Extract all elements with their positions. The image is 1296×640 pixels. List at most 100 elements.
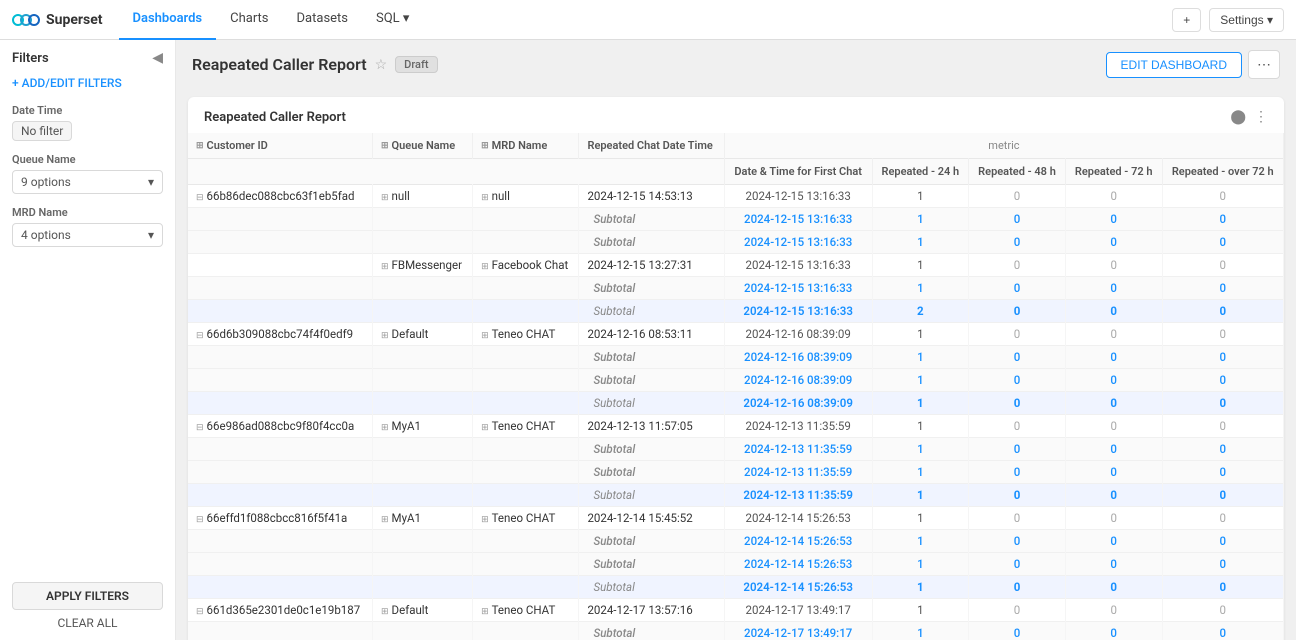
cell-r72plus: 0 xyxy=(1162,231,1283,254)
cell-queue-name: ⊞null xyxy=(373,185,473,208)
chart-action-circle-icon[interactable]: ⬤ xyxy=(1230,109,1246,125)
cell-chat-datetime: Subtotal xyxy=(579,300,724,323)
cell-queue-name xyxy=(373,231,473,254)
cell-chat-datetime: Subtotal xyxy=(579,553,724,576)
chart-action-more-icon[interactable]: ⋮ xyxy=(1254,109,1268,125)
cell-r72plus: 0 xyxy=(1162,484,1283,507)
nav-dashboards[interactable]: Dashboards xyxy=(119,0,217,40)
cell-r72: 0 xyxy=(1065,231,1162,254)
cell-r72: 0 xyxy=(1065,392,1162,415)
cell-queue-name xyxy=(373,622,473,640)
cell-customer-id: ⊟66d6b309088cbc74f4f0edf9 xyxy=(188,323,373,346)
cell-customer-id: ⊟661d365e2301de0c1e19b187 xyxy=(188,599,373,622)
cell-mrd-name xyxy=(473,622,579,640)
col-queue-name: ⊞ Queue Name xyxy=(373,133,473,159)
cell-r72plus: 0 xyxy=(1162,576,1283,599)
cell-customer-id xyxy=(188,346,373,369)
queue-name-placeholder: 9 options xyxy=(21,175,71,189)
cell-mrd-name: ⊞Teneo CHAT xyxy=(473,507,579,530)
mrd-name-select[interactable]: 4 options ▾ xyxy=(12,223,163,247)
col-r72p: Repeated - over 72 h xyxy=(1162,159,1283,185)
cell-r24: 1 xyxy=(872,346,969,369)
cell-r72plus: 0 xyxy=(1162,369,1283,392)
cell-r72: 0 xyxy=(1065,530,1162,553)
cell-mrd-name xyxy=(473,231,579,254)
cell-mrd-name xyxy=(473,300,579,323)
cell-r72: 0 xyxy=(1065,599,1162,622)
col-r48: Repeated - 48 h xyxy=(969,159,1066,185)
mrd-name-placeholder: 4 options xyxy=(21,228,71,242)
queue-name-select[interactable]: 9 options ▾ xyxy=(12,170,163,194)
cell-customer-id xyxy=(188,461,373,484)
cell-mrd-name xyxy=(473,277,579,300)
cell-customer-id xyxy=(188,300,373,323)
cell-chat-datetime: Subtotal xyxy=(579,530,724,553)
cell-queue-name: ⊞FBMessenger xyxy=(373,254,473,277)
cell-r24: 1 xyxy=(872,254,969,277)
plus-button[interactable]: + xyxy=(1172,8,1201,32)
cell-queue-name xyxy=(373,208,473,231)
cell-r48: 0 xyxy=(969,438,1066,461)
cell-r24: 1 xyxy=(872,208,969,231)
cell-r48: 0 xyxy=(969,415,1066,438)
apply-filters-button[interactable]: APPLY FILTERS xyxy=(12,582,163,610)
logo[interactable]: Superset xyxy=(12,11,103,29)
cell-first-chat: 2024-12-14 15:26:53 xyxy=(724,576,872,599)
cell-r24: 1 xyxy=(872,415,969,438)
more-options-button[interactable]: ⋯ xyxy=(1248,50,1280,79)
cell-mrd-name: ⊞null xyxy=(473,185,579,208)
cell-r72plus: 0 xyxy=(1162,415,1283,438)
cell-mrd-name xyxy=(473,346,579,369)
clear-all-button[interactable]: CLEAR ALL xyxy=(12,616,163,630)
queue-name-chevron: ▾ xyxy=(148,175,154,189)
cell-first-chat: 2024-12-16 08:39:09 xyxy=(724,323,872,346)
cell-first-chat: 2024-12-17 13:49:17 xyxy=(724,622,872,640)
cell-r48: 0 xyxy=(969,461,1066,484)
cell-customer-id xyxy=(188,553,373,576)
date-time-label: Date Time xyxy=(12,104,163,117)
cell-queue-name xyxy=(373,369,473,392)
sidebar-collapse-button[interactable]: ◀ xyxy=(152,50,163,66)
cell-r48: 0 xyxy=(969,530,1066,553)
cell-first-chat: 2024-12-13 11:35:59 xyxy=(724,415,872,438)
cell-customer-id xyxy=(188,369,373,392)
cell-mrd-name xyxy=(473,530,579,553)
cell-r72plus: 0 xyxy=(1162,461,1283,484)
cell-customer-id xyxy=(188,576,373,599)
cell-r48: 0 xyxy=(969,507,1066,530)
cell-r72: 0 xyxy=(1065,300,1162,323)
nav-datasets[interactable]: Datasets xyxy=(283,0,363,40)
date-time-tag[interactable]: No filter xyxy=(12,121,72,141)
nav-charts[interactable]: Charts xyxy=(216,0,282,40)
cell-r72: 0 xyxy=(1065,461,1162,484)
favorite-star-icon[interactable]: ☆ xyxy=(375,57,388,73)
cell-r72plus: 0 xyxy=(1162,392,1283,415)
nav-sql[interactable]: SQL ▾ xyxy=(362,0,423,40)
cell-first-chat: 2024-12-14 15:26:53 xyxy=(724,530,872,553)
edit-dashboard-button[interactable]: EDIT DASHBOARD xyxy=(1106,52,1242,78)
cell-mrd-name xyxy=(473,208,579,231)
cell-r24: 1 xyxy=(872,576,969,599)
cell-chat-datetime: Subtotal xyxy=(579,484,724,507)
cell-chat-datetime: Subtotal xyxy=(579,622,724,640)
cell-r72plus: 0 xyxy=(1162,323,1283,346)
cell-chat-datetime: Subtotal xyxy=(579,277,724,300)
cell-customer-id xyxy=(188,392,373,415)
cell-r72: 0 xyxy=(1065,576,1162,599)
settings-button[interactable]: Settings ▾ xyxy=(1209,8,1284,32)
cell-first-chat: 2024-12-15 13:16:33 xyxy=(724,185,872,208)
cell-customer-id: ⊟66effd1f088cbcc816f5f41a xyxy=(188,507,373,530)
cell-queue-name xyxy=(373,392,473,415)
cell-queue-name: ⊞MyA1 xyxy=(373,507,473,530)
add-edit-filters-link[interactable]: + ADD/EDIT FILTERS xyxy=(12,76,163,90)
cell-mrd-name xyxy=(473,438,579,461)
cell-r72plus: 0 xyxy=(1162,622,1283,640)
cell-queue-name xyxy=(373,484,473,507)
content-area: Reapeated Caller Report ☆ Draft EDIT DAS… xyxy=(176,40,1296,640)
cell-r72: 0 xyxy=(1065,622,1162,640)
sidebar-header: Filters ◀ xyxy=(12,50,163,66)
mrd-name-chevron: ▾ xyxy=(148,228,154,242)
col-mrd-name: ⊞ MRD Name xyxy=(473,133,579,159)
cell-queue-name xyxy=(373,438,473,461)
cell-mrd-name: ⊞Teneo CHAT xyxy=(473,599,579,622)
